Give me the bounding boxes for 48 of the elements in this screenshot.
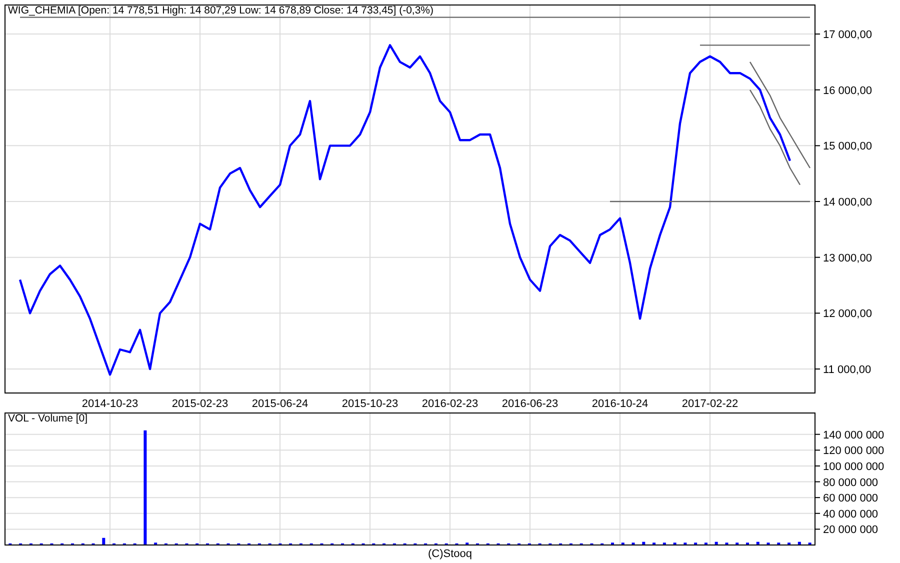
- axis-label: 60 000 000: [823, 492, 878, 505]
- volume-bar: [632, 542, 635, 545]
- date-label: 2014-10-23: [82, 398, 138, 410]
- date-label: 2016-02-23: [422, 398, 478, 410]
- date-label: 2016-10-24: [592, 398, 648, 410]
- volume-bar: [714, 542, 718, 545]
- volume-bar: [102, 538, 106, 545]
- volume-bar: [788, 542, 791, 545]
- volume-bar: [684, 542, 687, 545]
- chart-title: WIG_CHEMIA [Open: 14 778,51 High: 14 807,29 Low: 14 678,89 Close: 14 733,45] (-0,3%): [8, 4, 434, 16]
- volume-bar: [611, 542, 614, 545]
- volume-bar: [756, 542, 760, 545]
- volume-bar: [808, 542, 812, 545]
- volume-bar: [725, 542, 728, 545]
- volume-bar: [466, 542, 469, 545]
- axis-label: 80 000 000: [823, 476, 878, 489]
- axis-label: 13 000,00: [823, 252, 872, 264]
- date-label: 2015-10-23: [342, 398, 398, 410]
- volume-bar: [642, 542, 646, 545]
- axis-label: 40 000 000: [823, 508, 878, 520]
- date-label: 2017-02-22: [682, 398, 738, 410]
- copyright-text: (C)Stooq: [428, 548, 472, 560]
- volume-bar: [704, 542, 708, 545]
- volume-bar: [736, 542, 739, 545]
- volume-bar: [777, 542, 780, 545]
- axis-label: 15 000,00: [823, 140, 872, 153]
- volume-bar: [154, 542, 158, 545]
- axis-label: 120 000 000: [823, 445, 884, 458]
- axis-label: 100 000 000: [823, 460, 884, 473]
- volume-bar: [746, 542, 749, 545]
- volume-bar: [694, 542, 698, 545]
- date-label: 2016-06-23: [502, 398, 558, 410]
- date-label: 2015-06-24: [252, 398, 308, 410]
- axis-label: 140 000 000: [823, 429, 884, 442]
- volume-bar: [798, 542, 801, 545]
- axis-label: 12 000,00: [823, 308, 872, 320]
- axis-label: 11 000,00: [823, 364, 872, 376]
- axis-label: 16 000,00: [823, 84, 872, 97]
- axis-label: 20 000 000: [823, 524, 878, 536]
- volume-bar: [662, 542, 666, 545]
- date-label: 2015-02-23: [172, 398, 228, 410]
- volume-bar: [673, 542, 676, 545]
- volume-bar: [621, 542, 624, 545]
- volume-bar: [652, 542, 656, 545]
- axis-label: 14 000,00: [823, 196, 872, 208]
- axis-label: 17 000,00: [823, 29, 872, 42]
- chart-title: VOL - Volume [0]: [8, 412, 88, 424]
- volume-bar: [766, 542, 770, 545]
